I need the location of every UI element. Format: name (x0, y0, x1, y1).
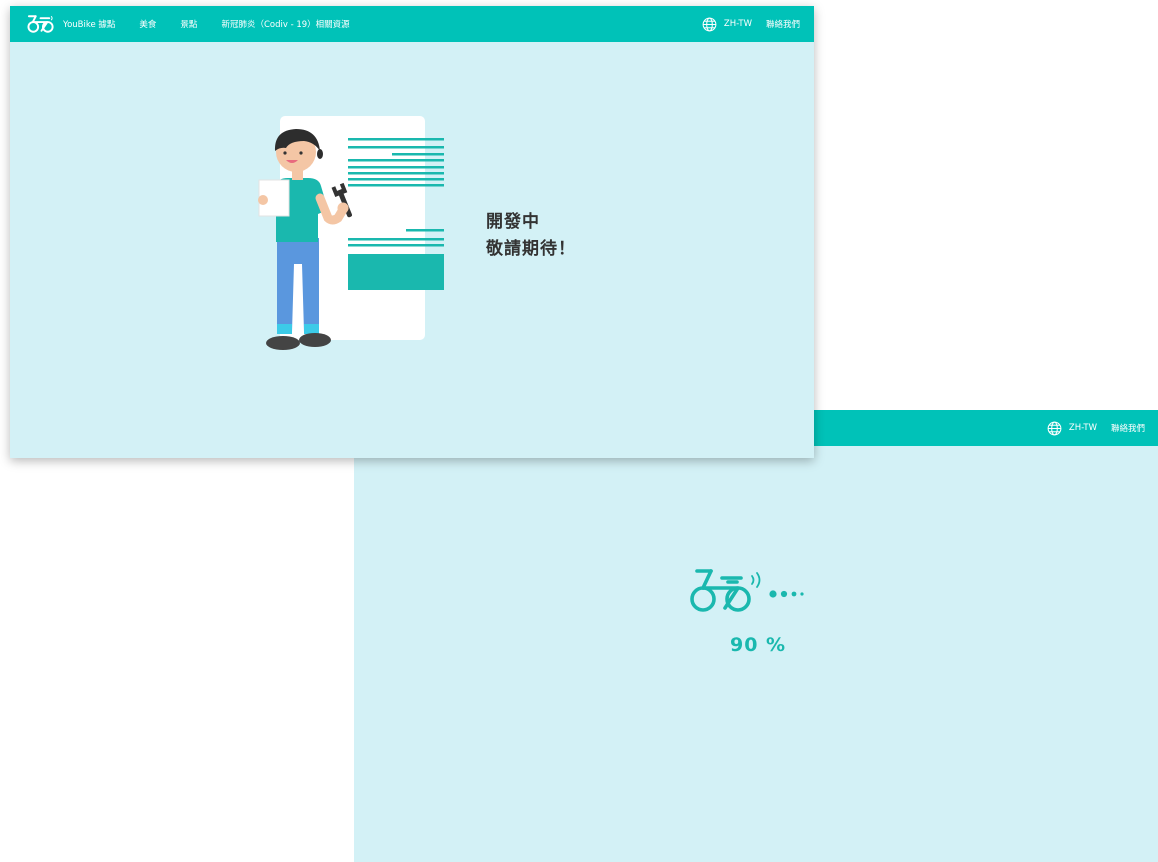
left-shoe (266, 336, 300, 350)
bike-logo-icon (27, 15, 54, 33)
right-shoe (299, 333, 331, 347)
globe-icon (1047, 421, 1062, 435)
top-navbar: YouBike 據點 美食 景點 新冠肺炎（Codiv - 19）相關資源 ZH… (10, 6, 814, 42)
developer-illustration (258, 116, 444, 350)
globe-icon (702, 17, 717, 31)
nav-right-group: ZH-TW 聯絡我們 (702, 6, 800, 42)
bike-loading-icon (690, 569, 804, 612)
brand-link[interactable]: YouBike 據點 (27, 14, 115, 34)
under-development-message: 開發中 敬請期待！ (486, 209, 576, 263)
language-label: ZH-TW (1068, 423, 1097, 433)
loading-indicator: 90 % (688, 566, 838, 656)
loading-percent: 90 % (730, 634, 787, 656)
loading-screen: ZH-TW 聯絡我們 90 % (354, 410, 1158, 862)
under-development-screen: YouBike 據點 美食 景點 新冠肺炎（Codiv - 19）相關資源 ZH… (10, 6, 814, 458)
nav-link-covid-resources[interactable]: 新冠肺炎（Codiv - 19）相關資源 (221, 18, 349, 30)
language-switcher[interactable]: ZH-TW (702, 17, 752, 32)
language-switcher[interactable]: ZH-TW (1047, 421, 1097, 436)
nav-link-attractions[interactable]: 景點 (180, 18, 197, 30)
nav-link-food[interactable]: 美食 (139, 18, 156, 30)
message-line-1: 開發中 (486, 212, 540, 232)
nav-right-group: ZH-TW 聯絡我們 (1047, 410, 1145, 446)
contact-link[interactable]: 聯絡我們 (766, 18, 800, 30)
brand-label: YouBike 據點 (63, 20, 116, 30)
language-label: ZH-TW (723, 19, 752, 29)
contact-link[interactable]: 聯絡我們 (1111, 422, 1145, 434)
message-line-2: 敬請期待！ (486, 239, 576, 259)
nav-left-group: YouBike 據點 美食 景點 新冠肺炎（Codiv - 19）相關資源 (27, 6, 350, 42)
